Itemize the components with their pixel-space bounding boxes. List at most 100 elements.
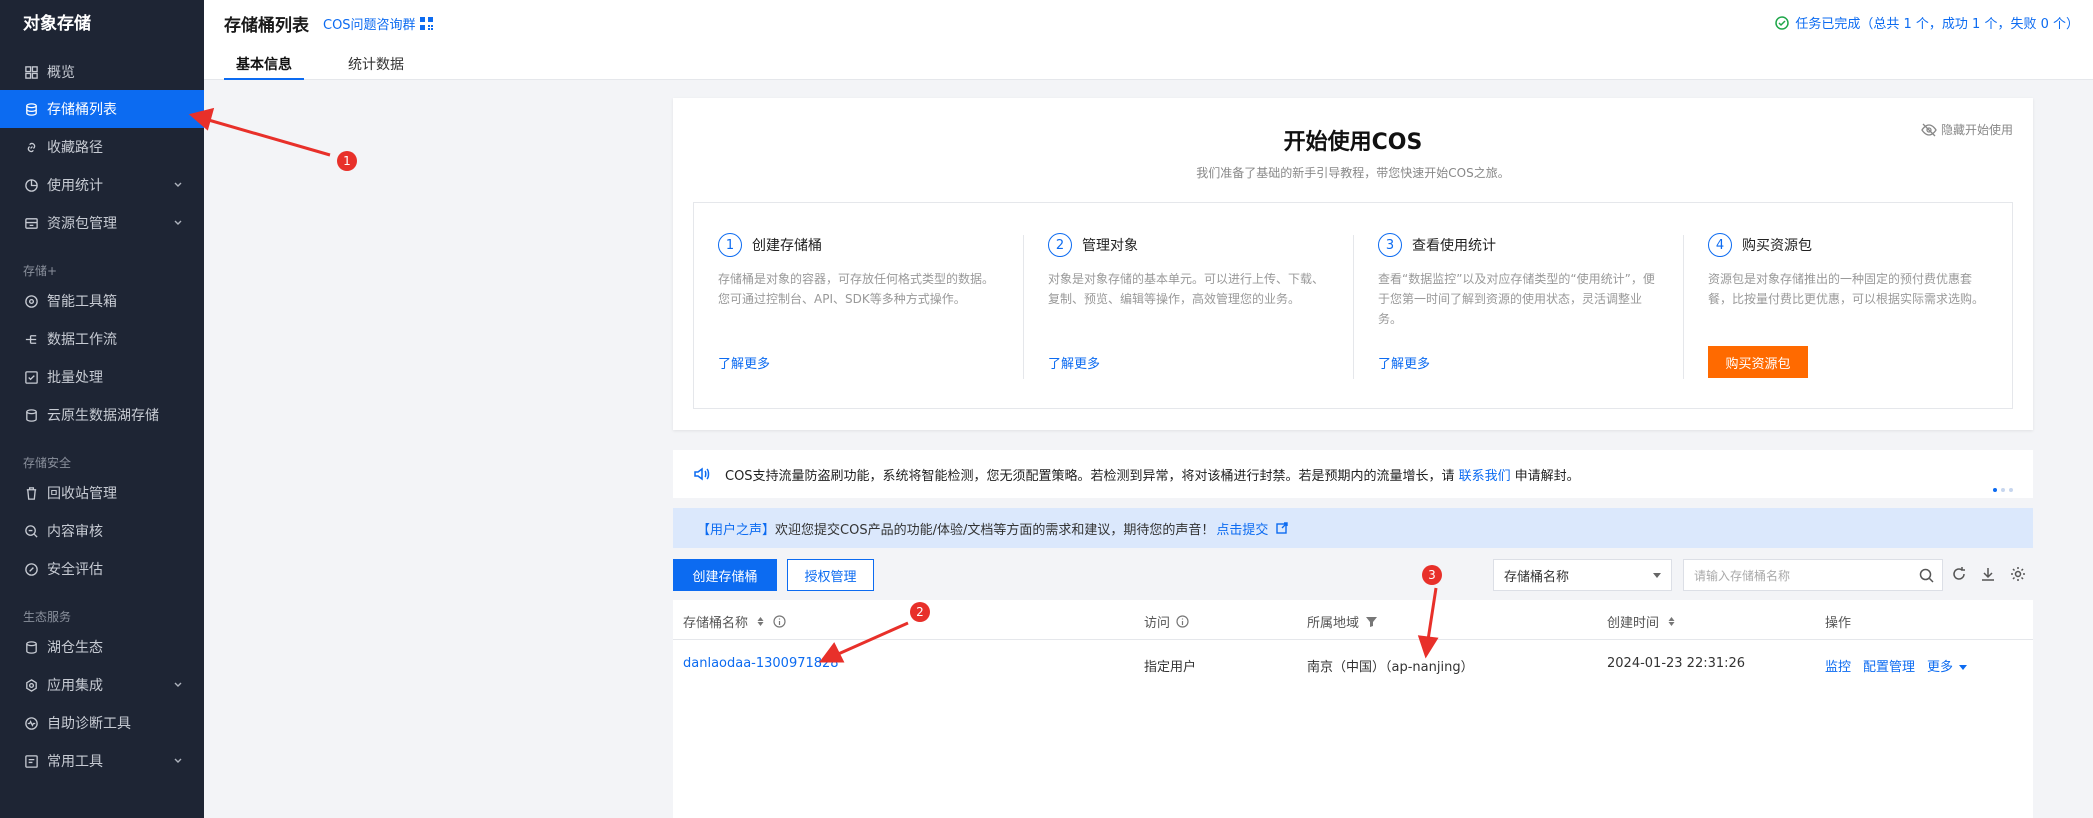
notice-text-after: 申请解封。 (1514, 468, 1580, 484)
sidebar-item-favorites[interactable]: 收藏路径 (0, 128, 204, 166)
contact-us-link[interactable]: 联系我们 (1459, 465, 1511, 484)
bucket-search-input[interactable]: 请输入存储桶名称 (1683, 559, 1943, 591)
more-dropdown[interactable]: 更多 (1927, 656, 1968, 675)
gear-icon[interactable] (2009, 565, 2027, 583)
qa-group-label: COS问题咨询群 (323, 18, 416, 33)
annotation-badge-1: 1 (337, 151, 357, 171)
tools-icon (23, 753, 39, 769)
download-icon[interactable] (1979, 565, 1997, 583)
submit-feedback-link[interactable]: 点击提交 (1216, 519, 1268, 538)
sidebar-item-datalake[interactable]: 云原生数据湖存储 (0, 396, 204, 434)
diagnose-icon (23, 715, 39, 731)
external-link-icon (1276, 522, 1289, 534)
config-link[interactable]: 配置管理 (1863, 656, 1915, 675)
sidebar-item-label: 使用统计 (47, 178, 103, 194)
carousel-dots[interactable] (1993, 488, 2013, 492)
eye-off-icon (1921, 123, 1937, 136)
sidebar-item-lakehouse[interactable]: 湖仓生态 (0, 628, 204, 666)
sidebar-item-overview[interactable]: 概览 (0, 53, 204, 91)
learn-more-link[interactable]: 了解更多 (718, 353, 770, 372)
link-icon (23, 139, 39, 155)
sidebar-item-workflow[interactable]: 数据工作流 (0, 320, 204, 358)
row-actions: 监控 配置管理 更多 (1825, 656, 1968, 675)
sidebar-item-label: 数据工作流 (47, 332, 117, 348)
task-status-text: 任务已完成（总共 1 个，成功 1 个，失败 0 个） (1795, 17, 2079, 32)
col-created: 创建时间 (1607, 612, 1678, 631)
sidebar-item-label: 常用工具 (47, 754, 103, 770)
sidebar-item-package-mgmt[interactable]: 资源包管理 (0, 204, 204, 242)
sidebar-title: 对象存储 (23, 14, 91, 34)
step-title: 创建存储桶 (752, 238, 822, 254)
toolbox-icon (23, 293, 39, 309)
grid-icon (23, 64, 39, 80)
chevron-down-icon (174, 182, 182, 187)
step-description: 存储桶是对象的容器，可存放任何格式类型的数据。您可通过控制台、API、SDK等多… (718, 272, 995, 306)
user-voice-banner: 【用户之声】 欢迎您提交COS产品的功能/体验/文档等方面的需求和建议，期待您的… (673, 508, 2033, 548)
step-description: 对象是对象存储的基本单元。可以进行上传、下载、复制、预览、编辑等操作，高效管理您… (1048, 272, 1325, 306)
sidebar-item-diagnose[interactable]: 自助诊断工具 (0, 704, 204, 742)
pie-icon (23, 177, 39, 193)
col-label: 存储桶名称 (683, 616, 749, 631)
learn-more-link[interactable]: 了解更多 (1048, 353, 1100, 372)
info-icon[interactable] (773, 615, 786, 628)
step-manage-objects: 2 管理对象 对象是对象存储的基本单元。可以进行上传、下载、复制、预览、编辑等操作… (1024, 203, 1354, 408)
step-create-bucket: 1 创建存储桶 存储桶是对象的容器，可存放任何格式类型的数据。您可通过控制台、AP… (694, 203, 1024, 408)
step-title: 购买资源包 (1742, 238, 1812, 254)
buy-package-button[interactable]: 购买资源包 (1708, 346, 1808, 378)
auth-management-button[interactable]: 授权管理 (787, 559, 874, 591)
bucket-table: 存储桶名称 访问 所属地域 创建时间 操作 danlaodaa-13009718… (673, 600, 2033, 818)
tab-label: 统计数据 (348, 57, 404, 73)
page-header: 存储桶列表 COS问题咨询群 任务已完成（总共 1 个，成功 1 个，失败 0 … (204, 0, 2093, 80)
sidebar-item-label: 收藏路径 (47, 140, 103, 156)
sort-icon[interactable] (754, 615, 767, 628)
chevron-down-icon (174, 682, 182, 687)
learn-more-link[interactable]: 了解更多 (1378, 353, 1430, 372)
step-title: 管理对象 (1082, 238, 1138, 254)
step-title: 查看使用统计 (1412, 238, 1496, 254)
filter-icon[interactable] (1365, 615, 1378, 628)
monitor-link[interactable]: 监控 (1825, 656, 1851, 675)
sidebar-item-toolbox[interactable]: 智能工具箱 (0, 282, 204, 320)
sidebar-item-label: 自助诊断工具 (47, 716, 131, 732)
select-value: 存储桶名称 (1504, 569, 1570, 585)
info-icon[interactable] (1176, 615, 1189, 628)
search-field-select[interactable]: 存储桶名称 (1493, 559, 1672, 591)
task-status[interactable]: 任务已完成（总共 1 个，成功 1 个，失败 0 个） (1775, 13, 2079, 32)
search-icon[interactable] (1919, 568, 1934, 583)
sidebar-item-recycle-bin[interactable]: 回收站管理 (0, 474, 204, 512)
sidebar: 对象存储 概览 存储桶列表 收藏路径 使用统计 资源包管理 存储+ 智能工具箱 … (0, 0, 204, 818)
bucket-name-link[interactable]: danlaodaa-1300971828 (683, 656, 839, 671)
sidebar-item-security-eval[interactable]: 安全评估 (0, 550, 204, 588)
getting-started-title: 开始使用COS (1283, 130, 1423, 155)
hide-label: 隐藏开始使用 (1940, 123, 2013, 137)
steps-panel: 1 创建存储桶 存储桶是对象的容器，可存放任何格式类型的数据。您可通过控制台、AP… (693, 202, 2013, 409)
tab-basic-info[interactable]: 基本信息 (224, 54, 304, 80)
created-value: 2024-01-23 22:31:26 (1607, 656, 1746, 671)
qa-group-link[interactable]: COS问题咨询群 (323, 14, 433, 33)
check-circle-icon (1775, 15, 1790, 30)
col-region: 所属地域 (1307, 612, 1378, 631)
sort-icon[interactable] (1665, 615, 1678, 628)
refresh-icon[interactable] (1950, 565, 1968, 583)
sidebar-item-batch[interactable]: 批量处理 (0, 358, 204, 396)
bucket-icon (23, 101, 39, 117)
tab-statistics[interactable]: 统计数据 (344, 54, 408, 80)
sidebar-section-ecosystem: 生态服务 (23, 610, 72, 624)
workflow-icon (23, 331, 39, 347)
sidebar-item-bucket-list[interactable]: 存储桶列表 (0, 90, 204, 128)
sidebar-item-content-audit[interactable]: 内容审核 (0, 512, 204, 550)
sidebar-item-common-tools[interactable]: 常用工具 (0, 742, 204, 780)
step-number: 4 (1708, 233, 1732, 257)
getting-started-subtitle: 我们准备了基础的新手引导教程，带您快速开始COS之旅。 (1196, 166, 1510, 180)
sidebar-item-app-integration[interactable]: 应用集成 (0, 666, 204, 704)
access-value: 指定用户 (1144, 660, 1197, 675)
hide-getting-started-button[interactable]: 隐藏开始使用 (1921, 121, 2013, 138)
step-description: 查看“数据监控”以及对应存储类型的“使用统计”，便于您第一时间了解到资源的使用状… (1378, 272, 1655, 326)
notice-text: COS支持流量防盗刷功能，系统将智能检测，您无须配置策略。若检测到异常，将对该桶… (725, 468, 1455, 484)
create-bucket-button[interactable]: 创建存储桶 (673, 559, 777, 591)
col-access: 访问 (1144, 612, 1189, 631)
datalake-icon (23, 407, 39, 423)
sidebar-item-usage-stats[interactable]: 使用统计 (0, 166, 204, 204)
more-label: 更多 (1927, 660, 1954, 675)
batch-icon (23, 369, 39, 385)
